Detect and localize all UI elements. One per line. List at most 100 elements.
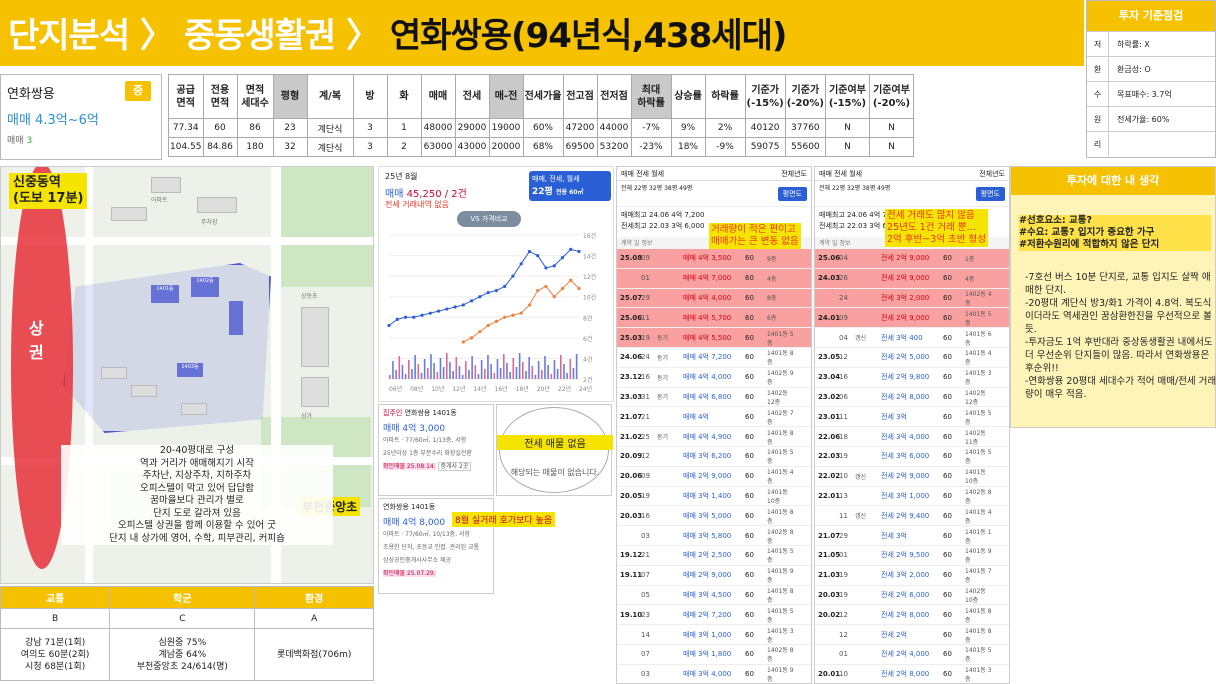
- transaction-row[interactable]: 23.02 06 전세 2억 8,000 60 1402동 12층: [815, 388, 1009, 408]
- verified-badge: 확인매물 25.08.14.: [383, 463, 436, 470]
- table-header[interactable]: 매-전: [488, 74, 524, 119]
- table-header[interactable]: 방: [352, 74, 388, 119]
- transaction-row[interactable]: 20.03 19 전세 2억 6,000 60 1402동 10층: [815, 586, 1009, 606]
- floorplan-button[interactable]: 평면도: [975, 187, 1005, 201]
- transaction-row[interactable]: 11 갱신 전세 2억 9,400 60 1401동 4층: [815, 506, 1009, 527]
- transaction-row[interactable]: 03 매매 3억 5,800 60 1402동 8층: [617, 526, 811, 546]
- transaction-row[interactable]: 24.01 09 전세 2억 9,000 60 1401동 5층: [815, 308, 1009, 329]
- table-header[interactable]: 공급 면적: [168, 74, 204, 119]
- tx-day: 05: [641, 590, 650, 599]
- transaction-row[interactable]: 21.07 29 전세 3억 60 1401동 1층: [815, 526, 1009, 546]
- listing-card[interactable]: 집주인 연화쌍용 1401동 매매 4억 3,000 아파트 · 77/60㎡,…: [378, 404, 494, 496]
- criteria-row: 수 목표매수: 3.7억: [1087, 81, 1215, 106]
- tx-day: 06: [839, 392, 848, 401]
- transaction-row[interactable]: 25.03 19 동기 매매 4억 5,500 60 1401동 5층: [617, 328, 811, 348]
- transaction-row[interactable]: 23.03 31 동기 매매 4억 6,800 60 1402동 12층: [617, 388, 811, 408]
- tx-day: 19: [641, 491, 650, 500]
- trade-tabs[interactable]: 매매 전세 월세: [621, 170, 664, 178]
- tx-kind: 동기: [657, 374, 669, 382]
- transaction-row[interactable]: 24.03 26 전세 2억 9,000 60 4층: [815, 268, 1009, 289]
- transaction-row[interactable]: 25.06 11 매매 4억 5,700 60 6층: [617, 308, 811, 329]
- size-tabs[interactable]: 전체 22평 32평 38평 49평: [621, 185, 692, 192]
- table-header[interactable]: 상승률: [670, 74, 706, 119]
- table-header[interactable]: 최대 하락률: [630, 74, 672, 119]
- table-header[interactable]: 기준가 (-15%): [744, 74, 786, 119]
- volume-bar: [452, 371, 454, 379]
- table-header[interactable]: 계/복: [306, 74, 354, 119]
- tx-area: 60: [745, 313, 754, 322]
- grade-header-transport: 교통: [0, 586, 111, 609]
- table-header[interactable]: 전세가율: [522, 74, 564, 119]
- table-header[interactable]: 면적 세대수: [236, 74, 274, 119]
- transaction-row[interactable]: 03 매매 3억 4,000 60 1401동 9층: [617, 665, 811, 683]
- transaction-row[interactable]: 22.06 18 전세 3억 4,000 60 1402동 11층: [815, 427, 1009, 447]
- page-title: 단지분석 〉 중동생활권 〉 연화쌍용(94년식,438세대): [8, 8, 787, 57]
- transaction-row[interactable]: 20.02 12 전세 2억 8,000 60 1401동 8층: [815, 605, 1009, 626]
- price-chart-panel: 25년 8월 매매 45,250 / 2건 전세 거래내역 없음 매매, 전세,…: [378, 166, 614, 402]
- transaction-row[interactable]: 25.08 09 매매 4억 3,500 60 9층: [617, 249, 811, 269]
- transaction-row[interactable]: 25.07 29 매매 4억 4,000 60 8층: [617, 288, 811, 309]
- transaction-row[interactable]: 21.03 19 전세 3억 2,000 60 1401동 7층: [815, 566, 1009, 586]
- table-header[interactable]: 화: [386, 74, 422, 119]
- tx-month: 23.04: [818, 373, 841, 382]
- floorplan-button[interactable]: 평면도: [777, 187, 807, 201]
- table-header[interactable]: 평형: [272, 74, 308, 119]
- tx-day: 01: [641, 274, 650, 283]
- transaction-row[interactable]: 23.05 12 전세 2억 5,000 60 1401동 4층: [815, 348, 1009, 368]
- transaction-row[interactable]: 23.01 11 전세 3억 60 1401동 5층: [815, 407, 1009, 428]
- table-header[interactable]: 전저점: [596, 74, 632, 119]
- transaction-row[interactable]: 12 전세 2억 60 1401동 8층: [815, 625, 1009, 645]
- table-header[interactable]: 전세: [454, 74, 490, 119]
- transaction-row[interactable]: 19.10 23 매매 2억 7,200 60 1401동 5층: [617, 605, 811, 626]
- transaction-row[interactable]: 01 전세 2억 4,000 60 1401동 5층: [815, 645, 1009, 665]
- tx-floor: 1401동 9층: [965, 548, 992, 565]
- transaction-row[interactable]: 20.05 19 매매 3억 1,400 60 1401동 10층: [617, 487, 811, 507]
- transaction-row[interactable]: 07 매매 3억 1,800 60 1402동 8층: [617, 645, 811, 665]
- transaction-row[interactable]: 21.05 01 전세 2억 9,500 60 1401동 9층: [815, 546, 1009, 566]
- transaction-row[interactable]: 25.06 04 전세 2억 9,000 60 1층: [815, 249, 1009, 269]
- tx-floor: 1401동 6층: [965, 330, 992, 347]
- transaction-row[interactable]: 21.02 25 동기 매매 4억 4,900 60 1401동 8층: [617, 427, 811, 447]
- table-header[interactable]: 전고점: [562, 74, 598, 119]
- transaction-row[interactable]: 20.06 09 매매 2억 9,000 60 1401동 4층: [617, 467, 811, 487]
- transaction-row[interactable]: 20.01 10 전세 2억 8,000 60 1401동 3층: [815, 665, 1009, 683]
- year-filter[interactable]: 전체년도: [979, 169, 1005, 179]
- transaction-row[interactable]: 23.12 16 동기 매매 4억 4,000 60 1402동 9층: [617, 368, 811, 388]
- grade-header-school: 학군: [109, 586, 256, 609]
- transaction-row[interactable]: 01 매매 4억 7,000 60 4층: [617, 268, 811, 289]
- price-compare-button[interactable]: VS 가격비교: [457, 211, 521, 227]
- transaction-row[interactable]: 22.02 10 갱신 전세 2억 9,000 60 1401동 10층: [815, 467, 1009, 487]
- agent-count[interactable]: 중개사 2곳: [437, 462, 472, 471]
- table-header[interactable]: 기준여부 (-15%): [824, 74, 870, 119]
- table-header[interactable]: 매매: [420, 74, 456, 119]
- transaction-row[interactable]: 23.04 16 전세 2억 9,800 60 1401동 3층: [815, 368, 1009, 388]
- transaction-row[interactable]: 24.06 24 동기 매매 4억 7,200 60 1401동 8층: [617, 348, 811, 368]
- chart-filter-legend[interactable]: 매매, 전세, 월세 22평 전용 60㎡: [529, 171, 611, 201]
- transaction-row[interactable]: 24 전세 3억 2,000 60 1402동 4층: [815, 288, 1009, 309]
- transaction-row[interactable]: 14 매매 3억 1,000 60 1401동 3층: [617, 625, 811, 645]
- table-header[interactable]: 전용 면적: [202, 74, 238, 119]
- transaction-row[interactable]: 20.03 16 매매 3억 5,000 60 1401동 8층: [617, 506, 811, 527]
- tx-price: 매매 3억 4,000: [683, 670, 732, 679]
- table-cell: 55600: [784, 137, 826, 157]
- transaction-row[interactable]: 20.09 12 매매 3억 6,200 60 1401동 5층: [617, 447, 811, 467]
- size-tabs[interactable]: 전체 22평 32평 38평 49평: [819, 185, 890, 192]
- transaction-row[interactable]: 22.03 19 전세 3억 6,000 60 1401동 5층: [815, 447, 1009, 467]
- transaction-row[interactable]: 22.01 13 전세 3억 1,000 60 1402동 8층: [815, 487, 1009, 507]
- tx-price: 전세 2억 9,800: [881, 373, 930, 382]
- year-filter[interactable]: 전체년도: [781, 169, 807, 179]
- table-header[interactable]: 하락률: [704, 74, 746, 119]
- table-header[interactable]: 기준여부 (-20%): [868, 74, 914, 119]
- transaction-row[interactable]: 19.11 07 매매 2억 9,000 60 1401동 9층: [617, 566, 811, 586]
- transaction-row[interactable]: 21.07 21 매매 4억 60 1402동 7층: [617, 407, 811, 428]
- tx-floor: 6층: [767, 315, 777, 323]
- transaction-row[interactable]: 19.12 21 매매 2억 2,500 60 1401동 5층: [617, 546, 811, 566]
- transaction-row[interactable]: 04 갱신 전세 3억 400 60 1401동 6층: [815, 328, 1009, 348]
- criteria-key: 수: [1087, 82, 1109, 106]
- location-map[interactable]: 아파트 상동초 주차장 상가 1401동 1402동 1403동 상권 신중동역…: [0, 166, 374, 584]
- volume-bar: [563, 364, 565, 379]
- tx-day: 16: [641, 373, 650, 382]
- trade-tabs[interactable]: 매매 전세 월세: [819, 170, 862, 178]
- transaction-row[interactable]: 05 매매 3억 4,500 60 1401동 8층: [617, 586, 811, 606]
- table-header[interactable]: 기준가 (-20%): [784, 74, 826, 119]
